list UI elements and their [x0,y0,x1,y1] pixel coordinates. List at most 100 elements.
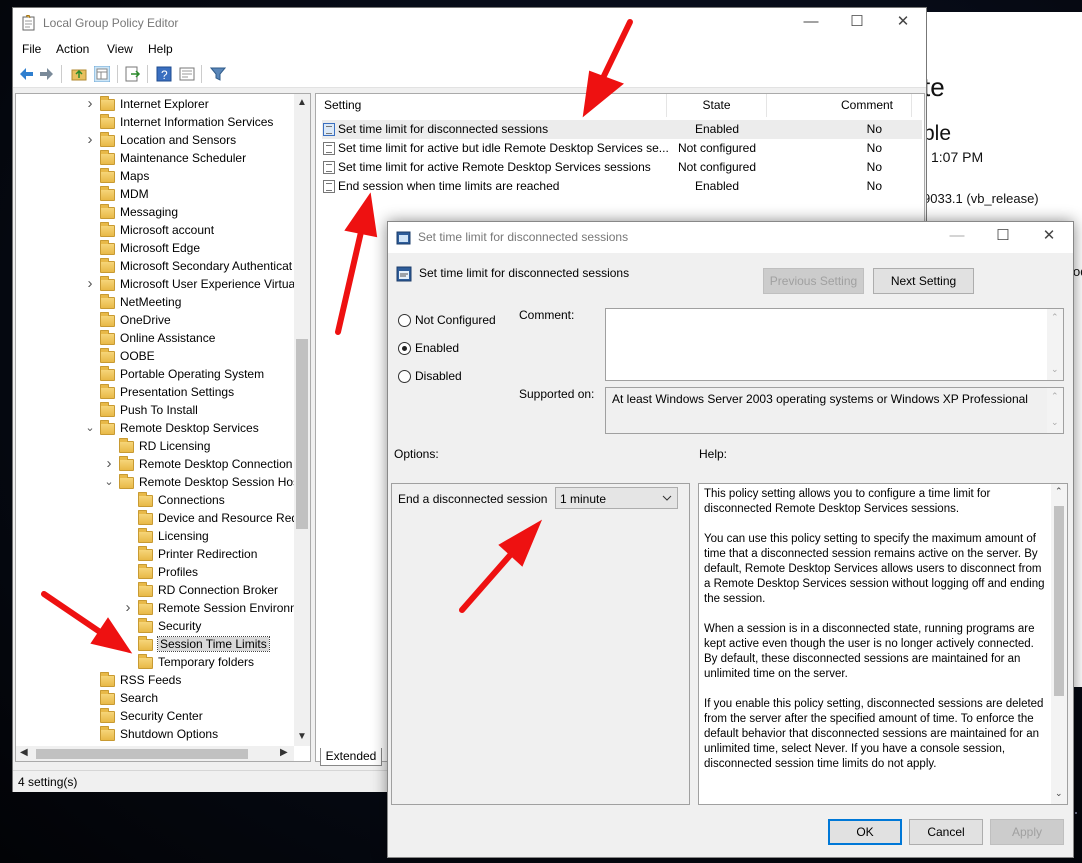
tree-item[interactable]: MDM [85,185,149,203]
help-scroll-thumb[interactable] [1054,506,1064,696]
export-list-icon[interactable] [125,66,141,82]
tree-item[interactable]: Online Assistance [85,329,215,347]
scroll-up-icon[interactable]: ▲ [297,97,307,108]
tree-item[interactable]: Microsoft Secondary Authenticat [85,257,292,275]
dialog-close-button[interactable]: ✕ [1026,222,1072,252]
show-hide-tree-icon[interactable] [94,66,110,82]
supported-scrollbar[interactable]: ⌃ ⌄ [1047,388,1063,433]
apply-button[interactable]: Apply [990,819,1064,845]
close-button[interactable]: ✕ [880,8,926,38]
tree-item[interactable]: NetMeeting [85,293,181,311]
ok-button[interactable]: OK [828,819,902,845]
tree-item[interactable]: Connections [123,491,225,509]
filter-icon[interactable] [210,66,226,82]
radio-disabled[interactable] [398,370,411,383]
chevron-right-icon[interactable]: › [85,95,95,113]
tree-item[interactable]: OOBE [85,347,155,365]
table-row[interactable]: Set time limit for active Remote Desktop… [322,158,922,177]
tree-item[interactable]: Search [85,689,158,707]
tree-item[interactable]: Profiles [123,563,198,581]
up-folder-icon[interactable] [71,66,87,82]
tree-vertical-scrollbar[interactable]: ▲ ▼ [294,94,310,746]
tree-item[interactable]: › Remote Desktop Connection [104,455,293,473]
chevron-up-icon[interactable]: ⌃ [1051,391,1059,402]
dialog-minimize-button[interactable]: — [934,222,980,252]
chevron-down-icon[interactable]: ⌄ [1051,417,1059,428]
tree-item[interactable]: RD Connection Broker [123,581,278,599]
tree-item[interactable]: RSS Feeds [85,671,181,689]
tree-item[interactable]: Messaging [85,203,178,221]
chevron-right-icon[interactable]: › [123,599,133,617]
minimize-button[interactable]: — [788,8,834,38]
chevron-down-icon[interactable]: ⌄ [1055,788,1063,799]
radio-not-configured-label[interactable]: Not Configured [415,313,496,327]
table-row[interactable]: End session when time limits are reached… [322,177,922,196]
tree-item[interactable]: OneDrive [85,311,171,329]
scroll-right-icon[interactable]: ▶ [280,747,288,758]
scroll-left-icon[interactable]: ◀ [20,747,28,758]
tree-item[interactable]: Maps [85,167,149,185]
tree-item[interactable]: › Microsoft User Experience Virtual [85,275,298,293]
tree-item[interactable]: Portable Operating System [85,365,264,383]
previous-setting-button[interactable]: Previous Setting [763,268,864,294]
tree-item[interactable]: Security [123,617,201,635]
chevron-down-icon[interactable]: ⌄ [1051,364,1059,375]
menu-help[interactable]: Help [148,42,173,56]
tree-hscroll-thumb[interactable] [36,749,248,759]
menu-view[interactable]: View [107,42,133,56]
tree-item[interactable]: ⌄ Remote Desktop Services [85,419,259,437]
table-row[interactable]: Set time limit for disconnected sessions… [322,120,922,139]
tree-item[interactable]: Internet Information Services [85,113,273,131]
tree-item[interactable]: › Remote Session Environm [123,599,301,617]
chevron-down-icon[interactable]: ⌄ [85,419,95,437]
tree-item[interactable]: RD Licensing [104,437,210,455]
tree-item[interactable]: Device and Resource Redi [123,509,301,527]
maximize-button[interactable]: ☐ [834,8,880,38]
title-bar[interactable]: Local Group Policy Editor — ☐ ✕ [13,8,926,38]
chevron-up-icon[interactable]: ⌃ [1055,486,1063,497]
tree-item[interactable]: Security Center [85,707,203,725]
properties-icon[interactable] [179,66,195,82]
chevron-right-icon[interactable]: › [85,131,95,149]
tree-item[interactable]: › Internet Explorer [85,95,209,113]
cancel-button[interactable]: Cancel [909,819,983,845]
scroll-down-icon[interactable]: ▼ [297,731,307,742]
radio-enabled[interactable] [398,342,411,355]
chevron-up-icon[interactable]: ⌃ [1051,312,1059,323]
back-arrow-icon[interactable] [18,66,34,82]
tree-item[interactable]: Shutdown Options [85,725,218,743]
menu-action[interactable]: Action [56,42,89,56]
chevron-down-icon[interactable]: ⌄ [104,473,114,491]
help-icon[interactable]: ? [156,66,172,82]
dialog-title-bar[interactable]: Set time limit for disconnected sessions… [388,222,1073,253]
menu-file[interactable]: File [22,42,41,56]
radio-not-configured[interactable] [398,314,411,327]
chevron-right-icon[interactable]: › [85,275,95,293]
comment-scrollbar[interactable]: ⌃ ⌄ [1047,309,1063,380]
tree-item[interactable]: ⌄ Remote Desktop Session Host [104,473,302,491]
tree-item[interactable]: Session Time Limits [123,635,270,653]
next-setting-button[interactable]: Next Setting [873,268,974,294]
column-header-state[interactable]: State [667,94,767,117]
column-header-comment[interactable]: Comment [767,94,912,117]
tree-scroll-thumb[interactable] [296,339,308,529]
tree-item[interactable]: Push To Install [85,401,198,419]
tree-item[interactable]: Presentation Settings [85,383,234,401]
tree-item[interactable]: Microsoft Edge [85,239,200,257]
radio-disabled-label[interactable]: Disabled [415,369,462,383]
radio-enabled-label[interactable]: Enabled [415,341,459,355]
tree-item[interactable]: Licensing [123,527,209,545]
chevron-right-icon[interactable]: › [104,455,114,473]
disconnected-session-dropdown[interactable]: 1 minute [555,487,678,509]
table-row[interactable]: Set time limit for active but idle Remot… [322,139,922,158]
forward-arrow-icon[interactable] [39,66,55,82]
comment-field[interactable]: ⌃ ⌄ [605,308,1064,381]
tab-extended[interactable]: Extended [320,748,382,766]
column-header-setting[interactable]: Setting [316,94,667,117]
tree-item[interactable]: Maintenance Scheduler [85,149,246,167]
help-scrollbar[interactable]: ⌃ ⌄ [1051,484,1067,804]
tree-item[interactable]: Temporary folders [123,653,254,671]
tree-item[interactable]: Microsoft account [85,221,214,239]
tree-item[interactable]: › Location and Sensors [85,131,237,149]
tree-item[interactable]: Printer Redirection [123,545,257,563]
